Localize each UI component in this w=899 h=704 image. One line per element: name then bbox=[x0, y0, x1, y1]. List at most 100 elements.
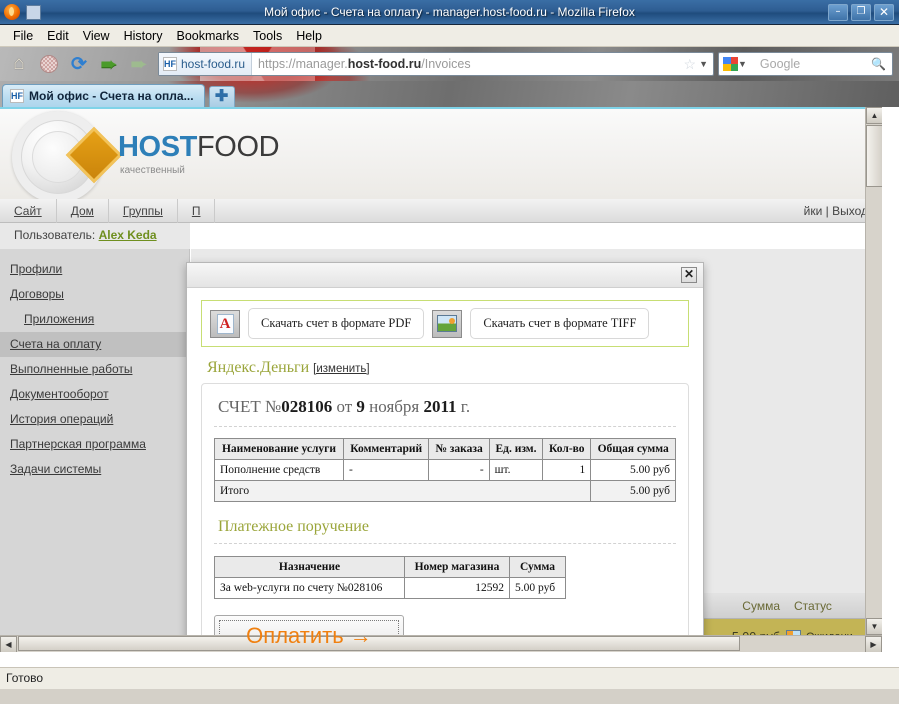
invoice-title: СЧЕТ №028106 от 9 ноября 2011 г. bbox=[214, 394, 676, 427]
tab-favicon: HF bbox=[10, 89, 24, 103]
topnav-item-groups[interactable]: Группы bbox=[109, 198, 178, 223]
sidebar-item-system-tasks[interactable]: Задачи системы bbox=[0, 457, 189, 482]
th-sum: Сумма bbox=[509, 556, 566, 578]
th-unit: Ед. изм. bbox=[488, 438, 544, 460]
minimize-button[interactable]: – bbox=[828, 3, 848, 21]
invoice-number: 028106 bbox=[281, 397, 333, 416]
invoice-month: ноября bbox=[364, 397, 424, 416]
modal-body: A Скачать счет в формате PDF Скачать сче… bbox=[187, 288, 703, 652]
sidebar-item-history[interactable]: История операций bbox=[0, 407, 189, 432]
column-header-sum: Сумма bbox=[742, 598, 780, 613]
tab-active[interactable]: HF Мой офис - Счета на опла... bbox=[2, 84, 205, 107]
td-sum: 5.00 руб bbox=[509, 577, 566, 599]
back-icon[interactable]: ➨ bbox=[96, 51, 122, 77]
scroll-down-icon[interactable]: ▼ bbox=[866, 618, 882, 635]
invoice-title-pre: СЧЕТ № bbox=[218, 397, 282, 416]
td-order: - bbox=[428, 459, 490, 481]
address-bar[interactable]: HF host-food.ru https://manager.host-foo… bbox=[158, 52, 714, 76]
menu-edit[interactable]: Edit bbox=[40, 27, 76, 45]
table-total-row: Итого 5.00 руб bbox=[213, 480, 676, 502]
menu-help[interactable]: Help bbox=[289, 27, 329, 45]
search-input[interactable]: Google bbox=[752, 57, 871, 71]
maximize-button[interactable]: ❐ bbox=[851, 3, 871, 21]
th-total: Общая сумма bbox=[590, 438, 676, 460]
th-comment: Комментарий bbox=[342, 438, 430, 460]
reload-icon[interactable]: ⟳ bbox=[66, 51, 92, 77]
horizontal-scrollbar[interactable]: ◀ ▶ bbox=[0, 635, 882, 652]
site-tagline: качественный bbox=[120, 165, 185, 176]
table-header-row: Наименование услуги Комментарий № заказа… bbox=[214, 438, 676, 460]
search-icon[interactable]: 🔍 bbox=[871, 57, 892, 71]
chevron-down-icon[interactable]: ▼ bbox=[699, 59, 713, 69]
table-header-row: Назначение Номер магазина Сумма bbox=[213, 556, 566, 578]
menu-history[interactable]: History bbox=[117, 27, 170, 45]
site-favicon: HF bbox=[163, 57, 177, 71]
menu-file[interactable]: File bbox=[6, 27, 40, 45]
window-titlebar: Мой офис - Счета на оплату - manager.hos… bbox=[0, 0, 899, 25]
menu-tools[interactable]: Tools bbox=[246, 27, 289, 45]
menu-bookmarks[interactable]: Bookmarks bbox=[169, 27, 246, 45]
close-icon[interactable]: ✕ bbox=[681, 267, 697, 283]
vertical-scroll-thumb[interactable] bbox=[866, 125, 882, 187]
pdf-icon[interactable]: A bbox=[210, 309, 240, 338]
logo-food-text: FOOD bbox=[196, 131, 280, 163]
invoice-box: СЧЕТ №028106 от 9 ноября 2011 г. Наимено… bbox=[201, 383, 689, 652]
topnav-item-partial[interactable]: П bbox=[178, 198, 216, 223]
tab-strip: HF Мой офис - Счета на опла... ✚ bbox=[0, 81, 899, 107]
invoice-title-post: г. bbox=[456, 397, 471, 416]
user-label: Пользователь: bbox=[14, 228, 96, 242]
th-qty: Кол-во bbox=[542, 438, 592, 460]
td-qty: 1 bbox=[542, 459, 592, 481]
vertical-scrollbar[interactable]: ▲ ▼ bbox=[865, 107, 882, 652]
status-bar: Готово bbox=[0, 667, 899, 689]
page-viewport: HOSTFOOD качественный Сайт Дом Группы П … bbox=[0, 107, 899, 667]
search-bar[interactable]: ▼ Google 🔍 bbox=[718, 52, 893, 76]
change-payment-system-link[interactable]: [изменить] bbox=[313, 363, 369, 375]
url-text[interactable]: https://manager.host-food.ru/Invoices bbox=[252, 57, 683, 71]
search-engine-chevron-icon[interactable]: ▼ bbox=[738, 59, 752, 69]
th-purpose: Назначение bbox=[213, 556, 406, 578]
invoice-day: 9 bbox=[356, 397, 365, 416]
sidebar-item-invoices[interactable]: Счета на оплату bbox=[0, 332, 189, 357]
scroll-right-icon[interactable]: ▶ bbox=[865, 636, 882, 652]
image-icon[interactable] bbox=[432, 309, 463, 338]
download-tiff-button[interactable]: Скачать счет в формате TIFF bbox=[470, 308, 650, 339]
scroll-up-icon[interactable]: ▲ bbox=[866, 107, 882, 124]
th-service: Наименование услуги bbox=[214, 438, 344, 460]
horizontal-scroll-thumb[interactable] bbox=[18, 636, 740, 651]
sidebar-item-appendices[interactable]: Приложения bbox=[0, 307, 189, 332]
stop-icon bbox=[36, 51, 62, 77]
download-box: A Скачать счет в формате PDF Скачать сче… bbox=[201, 300, 689, 347]
google-icon[interactable] bbox=[723, 57, 738, 71]
topnav-item-home[interactable]: Дом bbox=[57, 198, 109, 223]
window-menu-icon[interactable] bbox=[24, 3, 42, 21]
window-controls: – ❐ ✕ bbox=[828, 3, 899, 21]
td-total: 5.00 руб bbox=[590, 459, 676, 481]
bookmark-star-icon[interactable]: ☆ bbox=[684, 56, 700, 73]
close-button[interactable]: ✕ bbox=[874, 3, 894, 21]
current-user: Пользователь: Alex Keda bbox=[0, 223, 190, 249]
topnav-item-site[interactable]: Сайт bbox=[0, 198, 57, 223]
table-row: Пополнение средств - - шт. 1 5.00 руб bbox=[214, 459, 676, 481]
site-identity-chip[interactable]: HF host-food.ru bbox=[159, 53, 253, 75]
site-header: HOSTFOOD качественный bbox=[0, 107, 882, 203]
home-icon[interactable]: ⌂ bbox=[6, 51, 32, 77]
sidebar: Профили Договоры Приложения Счета на опл… bbox=[0, 249, 190, 652]
download-pdf-button[interactable]: Скачать счет в формате PDF bbox=[248, 308, 425, 339]
new-tab-button[interactable]: ✚ bbox=[208, 86, 235, 107]
sidebar-item-partner-program[interactable]: Партнерская программа bbox=[0, 432, 189, 457]
scroll-left-icon[interactable]: ◀ bbox=[0, 636, 17, 652]
sidebar-item-profiles[interactable]: Профили bbox=[0, 257, 189, 282]
sidebar-item-completed-works[interactable]: Выполненные работы bbox=[0, 357, 189, 382]
sidebar-item-contracts[interactable]: Договоры bbox=[0, 282, 189, 307]
sidebar-item-documents[interactable]: Документооборот bbox=[0, 382, 189, 407]
payment-system-name: Яндекс.Деньги bbox=[207, 359, 310, 376]
invoice-modal: ✕ A Скачать счет в формате PDF Скачать с… bbox=[186, 262, 704, 652]
user-name[interactable]: Alex Keda bbox=[99, 228, 157, 242]
menu-view[interactable]: View bbox=[76, 27, 117, 45]
web-page: HOSTFOOD качественный Сайт Дом Группы П … bbox=[0, 107, 882, 652]
modal-titlebar: ✕ bbox=[187, 263, 703, 288]
site-logo: HOSTFOOD bbox=[118, 131, 280, 164]
site-identity-label: host-food.ru bbox=[181, 57, 246, 71]
td-comment: - bbox=[342, 459, 430, 481]
